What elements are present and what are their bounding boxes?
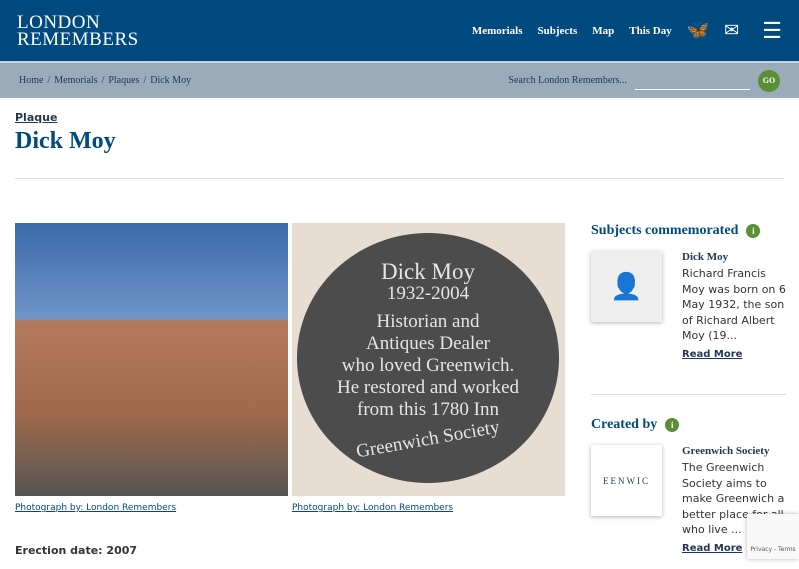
breadcrumb-plaques[interactable]: Plaques <box>108 75 139 86</box>
organisation-name[interactable]: Greenwich Society <box>682 445 786 457</box>
photo-credit-link[interactable]: Photograph by: London Remembers <box>15 503 176 513</box>
header: LONDON REMEMBERS Memorials Subjects Map T… <box>0 0 799 61</box>
info-icon[interactable]: i <box>665 418 680 432</box>
divider <box>591 394 786 395</box>
divider <box>15 178 784 179</box>
hamburger-menu-icon[interactable]: ☰ <box>762 18 782 44</box>
breadcrumb-home[interactable]: Home <box>19 75 43 86</box>
page-title: Dick Moy <box>15 128 116 154</box>
greenwich-society-logo[interactable]: EENWIC <box>591 445 662 516</box>
plaque-line: Antiques Dealer <box>366 333 490 354</box>
photo-credit-link[interactable]: Photograph by: London Remembers <box>292 503 453 513</box>
section-heading: Created by <box>591 417 658 432</box>
subjects-section: Subjects commemorated i 👤 Dick Moy Richard… <box>591 223 786 360</box>
search-label: Search London Remembers... <box>508 75 627 86</box>
subject-name[interactable]: Dick Moy <box>682 251 786 263</box>
building-photo[interactable] <box>15 223 288 496</box>
plaque-line: Dick Moy <box>381 259 475 284</box>
recaptcha-badge[interactable]: Privacy - Terms <box>747 514 799 559</box>
bluesky-butterfly-icon[interactable]: 🦋 <box>687 20 709 41</box>
person-icon[interactable]: 👤 <box>591 251 662 322</box>
mail-icon[interactable]: ✉ <box>724 20 739 41</box>
logo-line: LONDON <box>17 11 101 33</box>
subject-card: 👤 Dick Moy Richard Francis Moy was born o… <box>591 251 786 360</box>
breadcrumb-memorials[interactable]: Memorials <box>54 75 97 86</box>
main-nav: Memorials Subjects Map This Day 🦋 ✉ ☰ <box>472 18 782 44</box>
info-icon[interactable]: i <box>746 224 761 238</box>
search-input[interactable] <box>635 71 750 90</box>
plaque-line: 1932-2004 <box>386 283 470 304</box>
nav-map[interactable]: Map <box>592 25 614 37</box>
logo-line: REMEMBERS <box>17 28 139 50</box>
plaque-photo[interactable]: Dick Moy 1932-2004 Historian and Antique… <box>292 223 565 496</box>
nav-memorials[interactable]: Memorials <box>472 25 523 37</box>
search: Search London Remembers... GO <box>508 69 780 92</box>
nav-subjects[interactable]: Subjects <box>538 25 578 37</box>
subject-summary: Richard Francis Moy was born on 6 May 19… <box>682 267 786 342</box>
breadcrumb-current: Dick Moy <box>150 75 192 86</box>
memorial-type-link[interactable]: Plaque <box>15 111 57 124</box>
erection-date: Erection date: 2007 <box>15 544 138 557</box>
section-heading: Subjects commemorated <box>591 223 739 238</box>
logo[interactable]: LONDON REMEMBERS <box>17 11 139 50</box>
recaptcha-links[interactable]: Privacy - Terms <box>750 546 795 553</box>
plaque-line: He restored and worked <box>336 377 519 398</box>
plaque-line: Historian and <box>376 311 480 332</box>
read-more-link[interactable]: Read More <box>682 349 786 360</box>
breadcrumb-bar: Home / Memorials / Plaques / Dick Moy Searc… <box>0 61 799 98</box>
plaque-text: Dick Moy 1932-2004 Historian and Antique… <box>297 233 559 483</box>
plaque-line: who loved Greenwich. <box>341 355 515 376</box>
go-button[interactable]: GO <box>758 69 780 92</box>
nav-this-day[interactable]: This Day <box>629 25 672 37</box>
